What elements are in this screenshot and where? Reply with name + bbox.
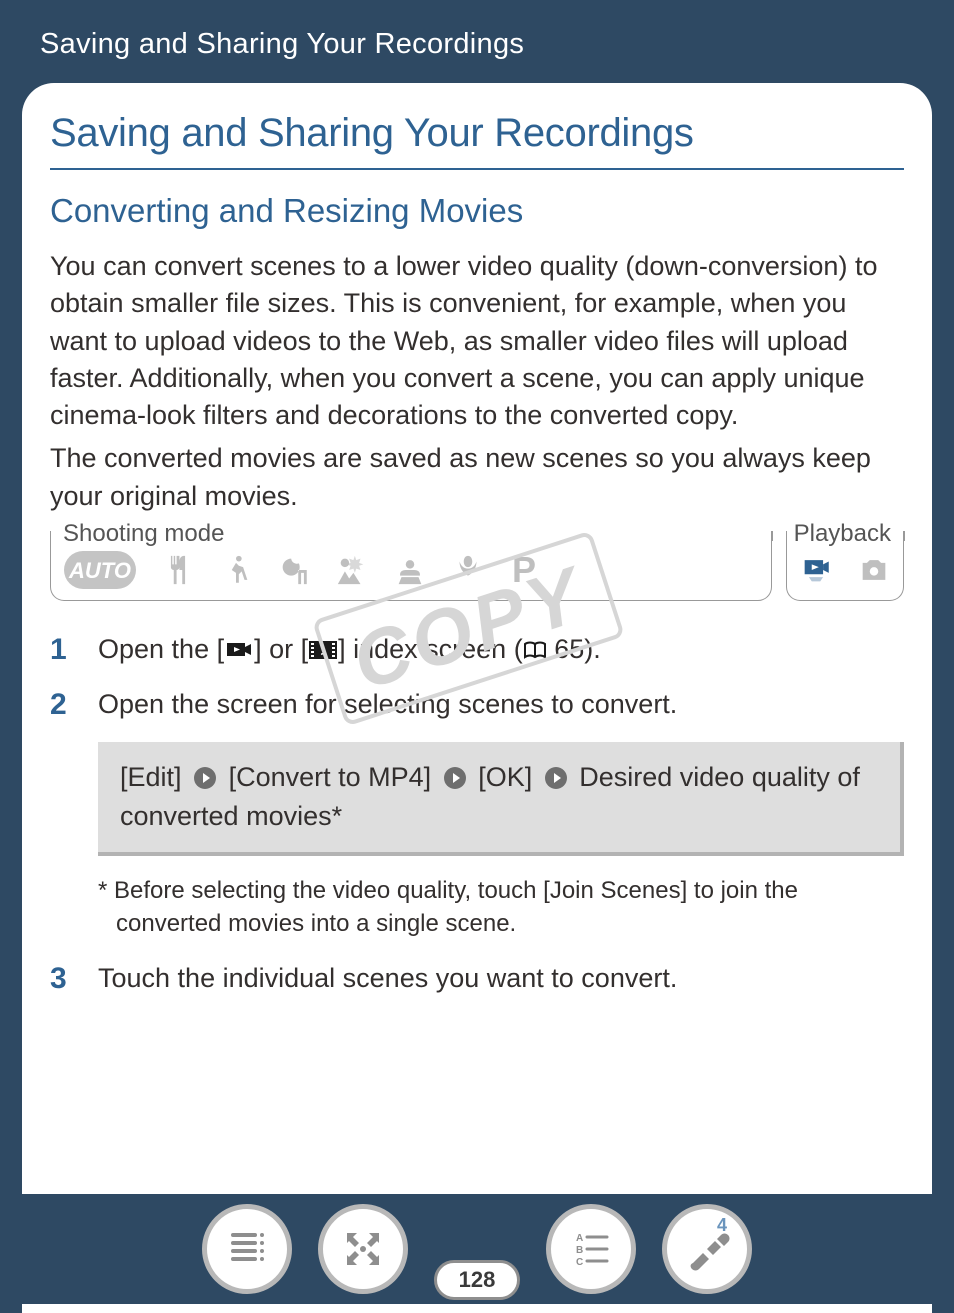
chapter-title: Saving and Sharing Your Recordings [0,0,954,83]
playback-box: Playback [786,541,904,601]
movie-playback-icon [799,553,833,587]
step-text: Open the screen for selecting scenes to … [98,686,904,723]
arrow-icon [193,766,217,790]
scene-icon [335,553,369,587]
playback-label: Playback [788,520,897,550]
mode-row: Shooting mode AUTO P [50,541,904,601]
step-number: 1 [50,631,78,669]
svg-text:AUTO: AUTO [68,558,131,583]
step-2: 2 Open the screen for selecting scenes t… [50,686,904,724]
step-number: 2 [50,686,78,724]
shooting-mode-box: Shooting mode AUTO P [50,541,772,601]
sports-icon [219,553,253,587]
sub-heading: Converting and Resizing Movies [50,192,904,230]
step1-mid: ] or [ [254,634,308,664]
svg-text:B: B [576,1245,583,1256]
bottom-toolbar: 128 A B C 4 [0,1194,954,1304]
step1-posta: ] index screen ( [338,634,523,664]
arrow-icon [443,766,467,790]
program-mode-icon: P [509,549,539,591]
page-number-pill: 128 [434,1260,520,1300]
connector-badge: 4 [717,1215,727,1236]
intro-paragraph-1: You can convert scenes to a lower video … [50,248,904,434]
step-number: 3 [50,960,78,998]
nav-seg-convert: [Convert to MP4] [229,762,432,792]
step-text: Open the [ ] or [ ♪ ] index screen ( 65). [98,631,904,668]
connector-button[interactable]: 4 [662,1204,752,1294]
svg-text:C: C [576,1257,583,1268]
nav-seg-edit: [Edit] [120,762,182,792]
photo-playback-icon [857,553,891,587]
movie-index-icon [224,639,254,661]
auto-mode-icon: AUTO [63,550,137,590]
svg-text:♪: ♪ [320,643,327,658]
step-text: Touch the individual scenes you want to … [98,960,904,997]
nav-seg-ok: [OK] [478,762,532,792]
intro-paragraph-2: The converted movies are saved as new sc… [50,440,904,515]
snow-icon [393,553,427,587]
arrow-icon [544,766,568,790]
night-scene-icon [277,553,311,587]
cutlery-icon [161,553,195,587]
step-3: 3 Touch the individual scenes you want t… [50,960,904,998]
fullscreen-button[interactable] [318,1204,408,1294]
svg-text:A: A [576,1233,583,1244]
page-body: COPY Saving and Sharing Your Recordings … [22,83,932,1313]
index-button[interactable]: A B C [546,1204,636,1294]
step-list: 1 Open the [ ] or [ ♪ ] index screen ( 65).… [50,631,904,998]
shooting-mode-label: Shooting mode [57,520,230,550]
step-1: 1 Open the [ ] or [ ♪ ] index screen ( 65). [50,631,904,669]
footnote: * Before selecting the video quality, to… [98,874,904,940]
step1-ref[interactable]: 65). [547,634,601,664]
snapshot-index-icon: ♪ [308,639,338,661]
step1-pre: Open the [ [98,634,224,664]
macro-icon [451,553,485,587]
book-ref-icon [523,641,547,661]
navigation-path-panel: [Edit] [Convert to MP4] [OK] Desired vid… [98,742,904,856]
toc-button[interactable] [202,1204,292,1294]
main-heading: Saving and Sharing Your Recordings [50,111,904,170]
